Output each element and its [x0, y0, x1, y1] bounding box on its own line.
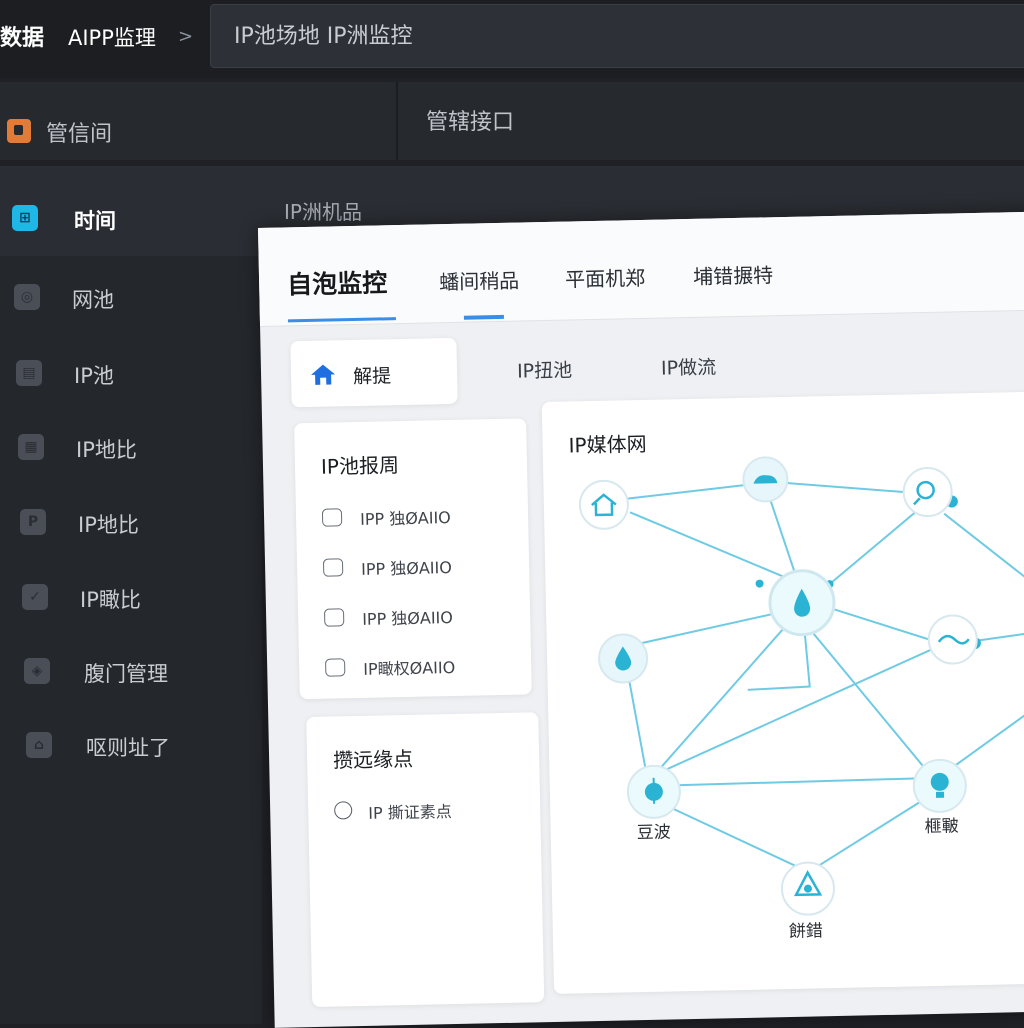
edge	[829, 607, 932, 641]
ip-icon: P	[20, 509, 46, 535]
house-icon: ⌂	[26, 732, 52, 758]
network-graph: 豆波 榧皸 餅錯	[578, 456, 1024, 942]
app-logo-icon	[7, 119, 31, 143]
node-card: 攒远缘点 IP 撕证素点	[306, 712, 545, 1008]
list-item-text: IP瞰权ØAIIO	[363, 657, 456, 679]
edge	[667, 777, 926, 787]
edge	[609, 482, 758, 502]
product-name[interactable]: AIPP监理	[68, 22, 156, 52]
terminal-icon: ▤	[16, 360, 42, 386]
pool-icon	[322, 558, 344, 577]
center-node[interactable]	[768, 569, 836, 637]
list-item[interactable]: IPP 独ØAIIO	[323, 605, 453, 635]
water-node[interactable]	[598, 633, 649, 684]
interface-label[interactable]: 管辖接口	[426, 104, 514, 136]
edge	[626, 670, 647, 769]
edge	[811, 631, 931, 775]
list-item[interactable]: IPP 独ØAIIO	[321, 505, 451, 535]
product-tab[interactable]: IP洲机品	[284, 196, 362, 225]
sidebar-item-label: 时间	[74, 209, 116, 233]
ip-pool-card-title: IP池报周	[320, 453, 400, 479]
subtab-ip-pool[interactable]: IP扭池	[517, 355, 573, 383]
breadcrumb-separator: >	[178, 26, 194, 47]
document-icon: ▦	[18, 434, 44, 460]
target-icon: ◎	[14, 284, 40, 310]
edge	[657, 800, 798, 868]
edge	[661, 647, 936, 773]
search-text[interactable]: IP池场地 IP洲监控	[234, 18, 413, 50]
main-panel: 自泡监控 蟠间稍品 平面机郑 埔错搌特 解提 IP扭池 IP做流 IP池报周 I…	[258, 211, 1024, 1028]
edge	[948, 690, 1024, 771]
sidebar-item-label: IP地比	[76, 438, 137, 462]
tab-indicator	[463, 314, 504, 320]
sidebar-item-label: IP地比	[78, 513, 139, 537]
sidebar-item-label: IP池	[74, 364, 114, 388]
edge	[943, 512, 1024, 603]
grid-icon: ⊞	[12, 205, 38, 231]
ip-pool-card: IP池报周 IPP 独ØAIIO IPP 独ØAIIO IPP 独ØAIIO I…	[294, 418, 532, 700]
list-item-text: IPP 独ØAIIO	[362, 608, 454, 629]
subtab-overview[interactable]: 解提	[290, 337, 458, 408]
search-node[interactable]	[902, 467, 953, 518]
beacon-node[interactable]: 豆波	[626, 764, 681, 843]
list-item-text: IPP 独ØAIIO	[359, 508, 451, 529]
tab-plane[interactable]: 平面机郑	[565, 262, 646, 293]
network-card: IP媒体网 豆波 榧皸 餅錯	[541, 391, 1024, 994]
edge	[629, 511, 794, 582]
header-divider	[396, 82, 398, 160]
link-node[interactable]	[927, 614, 978, 665]
tab-products[interactable]: 蟠间稍品	[439, 265, 520, 296]
radio-label: IP 撕证素点	[368, 802, 452, 823]
subtab-ip-flow[interactable]: IP做流	[661, 352, 717, 380]
radio-button[interactable]	[334, 801, 353, 820]
sidebar-item-label: IP瞰比	[80, 588, 141, 612]
pool-icon	[321, 508, 343, 527]
list-item[interactable]: IP瞰权ØAIIO	[325, 655, 455, 685]
node-label: 豆波	[637, 822, 671, 843]
shelter-node[interactable]: 餅錯	[780, 861, 835, 942]
list-item[interactable]: IPP 独ØAIIO	[322, 555, 452, 585]
sidebar-item-label: 网池	[72, 288, 114, 312]
node-label: 榧皸	[924, 816, 958, 837]
brand-label: 数据	[0, 26, 45, 51]
edge-dot	[755, 579, 764, 588]
node-label: 餅錯	[789, 921, 823, 942]
app-label[interactable]: 管信间	[46, 116, 112, 148]
shield-icon: ◈	[24, 658, 50, 684]
edge	[652, 622, 790, 777]
pool-icon	[323, 608, 345, 627]
node-card-title: 攒远缘点	[332, 746, 414, 773]
sidebar-item-label: 呕则址了	[86, 736, 170, 760]
edge	[816, 797, 927, 868]
edge	[626, 610, 787, 648]
tab-errors[interactable]: 埔错搌特	[693, 259, 774, 290]
radio-option[interactable]: IP 撕证素点	[334, 799, 452, 829]
tab-monitor[interactable]: 自泡监控	[287, 263, 388, 301]
pool-icon	[325, 658, 346, 677]
check-icon: ✓	[22, 584, 48, 610]
home-icon	[311, 364, 336, 385]
list-item-text: IPP 独ØAIIO	[360, 558, 453, 579]
cloud-node[interactable]	[742, 456, 789, 503]
subtab-label: 解提	[352, 365, 392, 389]
sidebar-item-label: 腹门管理	[84, 662, 168, 686]
home-node[interactable]	[578, 479, 629, 530]
bulb-node[interactable]: 榧皸	[912, 758, 967, 837]
